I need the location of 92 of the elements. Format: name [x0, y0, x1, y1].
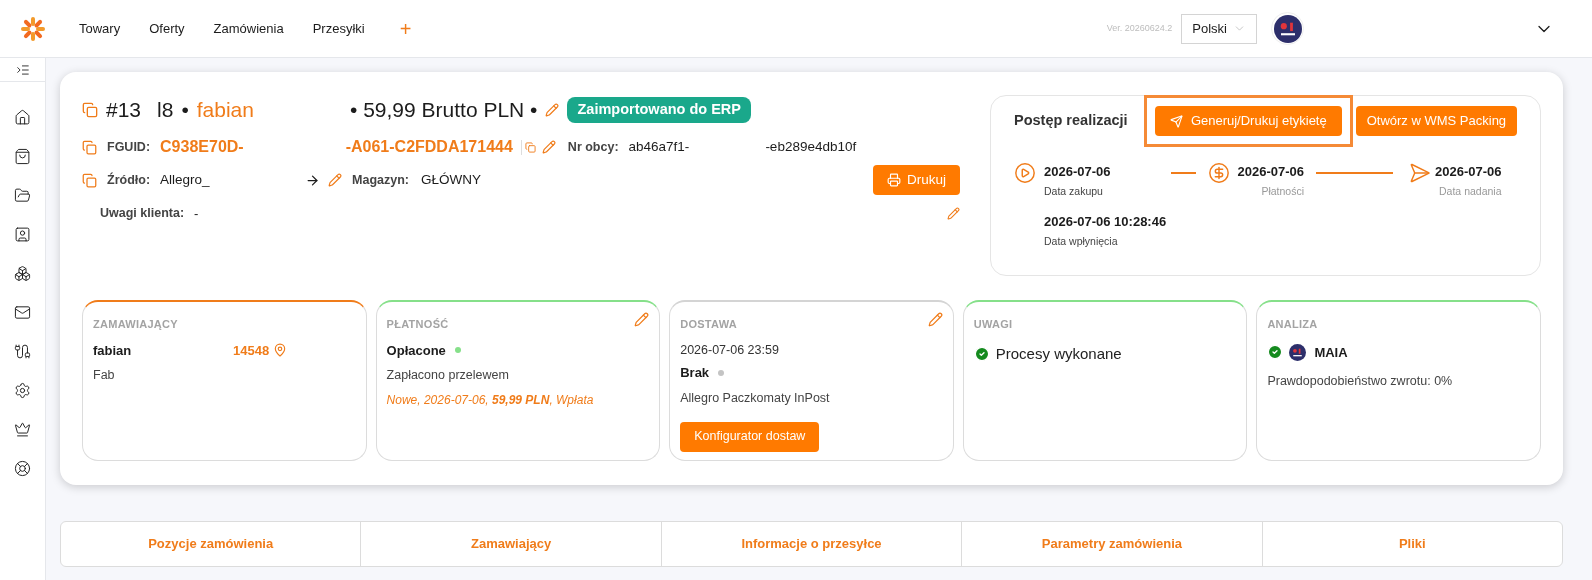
card-title: PŁATNOŚĆ: [386, 317, 449, 332]
separator-dot: •: [181, 97, 189, 124]
warehouse-value: GŁÓWNY: [421, 170, 481, 189]
step-date: 2026-07-06: [1237, 163, 1304, 181]
copy-icon[interactable]: [82, 102, 98, 118]
customer-notes: -: [194, 205, 199, 223]
edit-icon[interactable]: [541, 140, 556, 154]
received-date: 2026-07-06 10:28:46: [1044, 212, 1168, 231]
location-icon[interactable]: [273, 343, 288, 358]
nav-link[interactable]: Przesyłki: [312, 18, 365, 39]
dollar-icon: [1207, 162, 1230, 184]
field-label: Źródło:: [107, 171, 151, 189]
delivery-configurator-button[interactable]: Konfigurator dostaw: [680, 421, 820, 452]
add-tab[interactable]: +: [399, 13, 412, 44]
progress-title: Postęp realizacji: [1014, 111, 1129, 131]
received-label: Data wpłynięcia: [1044, 234, 1119, 250]
id-card-icon[interactable]: [14, 226, 31, 243]
step-label: Data zakupu: [1044, 184, 1104, 199]
bag-icon[interactable]: [14, 148, 31, 165]
edit-icon[interactable]: [927, 312, 943, 327]
card-title: ZAMAWIAJĄCY: [93, 317, 178, 332]
nav-link[interactable]: Oferty: [149, 18, 185, 39]
customer-link[interactable]: fabian: [196, 94, 254, 126]
foreign-number-end: -eb289e4db10f: [765, 137, 857, 156]
field-label: FGUID:: [107, 138, 151, 156]
boxes-icon[interactable]: [14, 265, 31, 282]
generate-label-button[interactable]: Generuj/Drukuj etykietę: [1154, 106, 1342, 136]
plug-icon[interactable]: [14, 343, 31, 360]
mail-icon[interactable]: [14, 304, 31, 321]
carrier-name: Allegro Paczkomaty InPost: [680, 389, 831, 407]
step-date: 2026-07-06: [1435, 163, 1502, 181]
menu-icon[interactable]: [15, 62, 30, 77]
payment-detail: Nowe, 2026-07-06, 59,99 PLN, Wpłata: [386, 391, 595, 409]
field-label: Magazyn:: [352, 171, 409, 189]
order-number-start: #13: [106, 97, 142, 124]
lifebuoy-icon[interactable]: [14, 460, 31, 477]
arrow-icon: [305, 172, 321, 188]
folder-icon[interactable]: [14, 187, 31, 204]
return-probability: Prawdopodobieństwo zwrotu: 0%: [1267, 373, 1454, 390]
nav-link[interactable]: Zamówienia: [213, 18, 284, 39]
ai-avatar-icon: [1289, 343, 1307, 361]
copy-icon[interactable]: [82, 172, 97, 188]
customer-name: fabian: [93, 341, 133, 360]
logo-icon[interactable]: [20, 15, 46, 42]
order-amount: • 59,99 Brutto PLN •: [350, 97, 538, 124]
fguid-end: -A061-C2FDDA171444: [345, 137, 513, 157]
erp-status-badge: Zaimportowano do ERP: [567, 97, 751, 123]
version-label: Ver. 20260624.2: [1106, 21, 1173, 35]
edit-icon[interactable]: [634, 312, 650, 327]
user-avatar: [1273, 14, 1302, 43]
foreign-number-start: ab46a7f1-: [628, 137, 690, 156]
field-label: Uwagi klienta:: [100, 205, 185, 223]
copy-icon[interactable]: [520, 139, 536, 155]
notes-text: Procesy wykonane: [995, 343, 1122, 364]
step-label: Data nadania: [1439, 184, 1502, 199]
payment-method: Zapłacono przelewem: [386, 367, 510, 384]
delivery-date: 2026-07-06 23:59: [680, 341, 780, 359]
card-title: DOSTAWA: [680, 317, 737, 332]
card-title: UWAGI: [973, 317, 1013, 332]
settings-icon[interactable]: [14, 382, 31, 399]
crown-icon[interactable]: [14, 421, 31, 438]
edit-icon[interactable]: [328, 173, 343, 187]
language-select[interactable]: Polski: [1181, 13, 1257, 44]
card-title: ANALIZA: [1267, 317, 1318, 332]
copy-icon[interactable]: [82, 139, 97, 155]
step-date: 2026-07-06: [1044, 163, 1111, 181]
order-number-end: l8: [157, 97, 174, 124]
section-tab[interactable]: Zamawiający: [360, 522, 661, 566]
printer-icon: [887, 173, 901, 187]
delivery-status: Brak: [680, 364, 710, 383]
edit-icon[interactable]: [545, 103, 560, 117]
edit-icon[interactable]: [947, 207, 960, 221]
payment-status: Opłacone: [386, 341, 446, 360]
send-icon: [1169, 114, 1183, 128]
print-button[interactable]: Drukuj: [873, 165, 960, 195]
customer-company: Fab: [93, 367, 116, 384]
analysis-name: MAIA: [1314, 343, 1348, 362]
section-tab[interactable]: Informacje o przesyłce: [660, 522, 962, 566]
section-tab[interactable]: Parametry zamówienia: [961, 522, 1262, 566]
wms-packing-button[interactable]: Otwórz w WMS Packing: [1355, 106, 1517, 136]
field-label: Nr obcy:: [567, 138, 619, 156]
step-label: Płatności: [1261, 184, 1304, 199]
section-tab[interactable]: Pozycje zamówienia: [61, 522, 361, 566]
home-icon[interactable]: [14, 109, 31, 126]
fguid-start: C938E70D-: [160, 137, 244, 157]
check-icon: [1267, 344, 1284, 361]
customer-phone: 14548: [233, 341, 270, 360]
nav-link[interactable]: Towary: [79, 18, 121, 39]
play-icon: [1014, 162, 1036, 184]
check-icon: [973, 345, 990, 362]
section-tab[interactable]: Pliki: [1261, 522, 1563, 566]
source-value: Allegro_: [160, 170, 211, 189]
